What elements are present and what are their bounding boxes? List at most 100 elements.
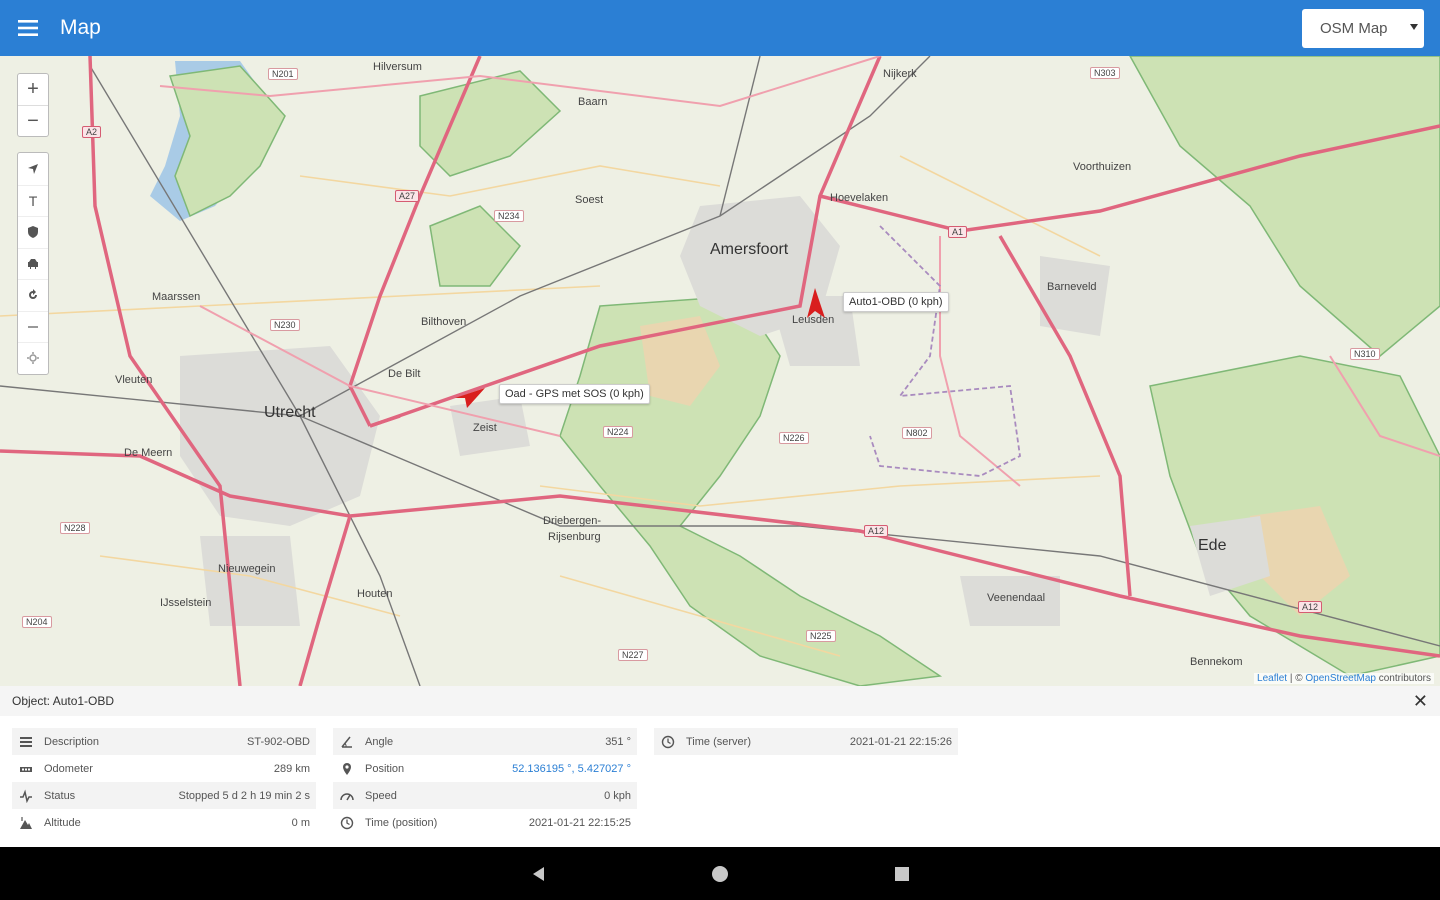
panel-title: Object: Auto1-OBD	[12, 694, 115, 708]
osm-link[interactable]: OpenStreetMap	[1305, 673, 1376, 684]
place-label: Ede	[1198, 537, 1227, 554]
road-shield: N227	[618, 649, 648, 661]
details-column-3: Time (server) 2021-01-21 22:15:26	[654, 728, 958, 755]
place-label: Barneveld	[1047, 281, 1097, 293]
detail-row: Position 52.136195 °, 5.427027 °	[333, 755, 637, 782]
road-shield: A2	[82, 126, 102, 138]
app-bar: Map OSM Map	[0, 0, 1440, 56]
detail-row: Time (server) 2021-01-21 22:15:26	[654, 728, 958, 755]
map-attribution: Leaflet | © OpenStreetMap contributors	[1254, 673, 1434, 684]
caret-down-icon	[1410, 24, 1418, 30]
minus-icon: −	[27, 109, 39, 132]
ruler-button[interactable]	[18, 310, 48, 343]
detail-label: Altitude	[44, 816, 81, 829]
place-label: Houten	[357, 588, 393, 600]
recents-square-icon	[895, 867, 909, 881]
close-icon[interactable]: ✕	[1413, 692, 1428, 710]
place-label: Zeist	[473, 422, 497, 434]
place-label: Utrecht	[264, 404, 316, 421]
plus-icon: +	[27, 78, 39, 100]
details-column-1: Description ST-902-OBD Odometer 289 km S…	[12, 728, 316, 836]
detail-value: 0 kph	[604, 789, 631, 802]
zoom-in-button[interactable]: +	[18, 74, 48, 105]
place-label: Nieuwegein	[218, 563, 276, 575]
back-button[interactable]	[528, 863, 550, 885]
detail-value: 2021-01-21 22:15:26	[849, 735, 952, 748]
place-label: Voorthuizen	[1073, 161, 1132, 173]
detail-value: 2021-01-21 22:15:25	[528, 816, 631, 829]
detail-label: Time (position)	[365, 816, 438, 829]
map-tools-control: T	[17, 152, 49, 375]
place-label: Amersfoort	[710, 241, 789, 258]
clock-icon	[339, 815, 355, 831]
map-view[interactable]: Hilversum Baarn Nijkerk Soest Hoevelaken…	[0, 56, 1440, 686]
altitude-icon	[18, 815, 34, 831]
menu-button[interactable]	[0, 0, 56, 56]
place-label: Rijsenburg	[548, 531, 601, 543]
detail-row: Time (position) 2021-01-21 22:15:25	[333, 809, 637, 836]
place-label: Hilversum	[373, 61, 422, 73]
detail-row: Altitude 0 m	[12, 809, 316, 836]
car-icon	[28, 258, 38, 269]
place-label: Vleuten	[115, 374, 153, 386]
leaflet-link[interactable]: Leaflet	[1257, 673, 1287, 684]
vehicle-marker-icon[interactable]	[805, 288, 827, 320]
recents-button[interactable]	[891, 863, 913, 885]
pin-icon	[339, 761, 355, 777]
place-label: Maarssen	[152, 291, 201, 303]
text-tool-button[interactable]: T	[18, 184, 48, 217]
map-layer-select[interactable]: OSM Map	[1302, 9, 1424, 48]
detail-row: Odometer 289 km	[12, 755, 316, 782]
back-triangle-icon	[533, 867, 544, 881]
detail-label: Speed	[365, 789, 397, 802]
refresh-button[interactable]	[18, 279, 48, 311]
detail-label: Position	[365, 762, 405, 775]
vehicle-button[interactable]	[18, 247, 48, 280]
refresh-icon	[29, 289, 37, 300]
vehicle-marker-icon[interactable]	[453, 386, 487, 408]
attribution-text: contributors	[1375, 673, 1431, 684]
detail-row: Angle 351 °	[333, 728, 637, 755]
place-label: Bilthoven	[421, 316, 467, 328]
place-label: De Bilt	[388, 368, 421, 380]
place-label: Bennekom	[1190, 656, 1243, 668]
detail-value: 289 km	[273, 762, 310, 775]
place-label: Hoevelaken	[830, 192, 889, 204]
status-icon	[18, 788, 34, 804]
place-label: Nijkerk	[883, 68, 917, 80]
detail-value: 0 m	[291, 816, 310, 829]
position-link[interactable]: 52.136195 °, 5.427027 °	[512, 763, 631, 775]
geofence-button[interactable]	[18, 216, 48, 248]
map-layer-select-value: OSM Map	[1320, 20, 1388, 37]
locate-button[interactable]	[18, 153, 48, 185]
speed-icon	[339, 788, 355, 804]
map-tiles	[0, 56, 1440, 686]
road-shield: N225	[806, 630, 836, 642]
attribution-separator: | ©	[1287, 673, 1306, 684]
road-shield: A12	[864, 525, 889, 537]
road-shield: A1	[948, 226, 968, 238]
detail-row: Speed 0 kph	[333, 782, 637, 809]
place-label: IJsselstein	[160, 597, 212, 609]
road-shield: N226	[779, 432, 809, 444]
detail-label: Status	[44, 789, 76, 802]
place-label: Baarn	[578, 96, 608, 108]
detail-value: ST-902-OBD	[247, 735, 310, 748]
zoom-out-button[interactable]: −	[18, 105, 48, 136]
detail-row: Status Stopped 5 d 2 h 19 min 2 s	[12, 782, 316, 809]
place-label: Driebergen-	[543, 515, 602, 527]
settings-button[interactable]	[18, 342, 48, 374]
road-shield: A27	[395, 190, 420, 202]
system-nav-bar	[0, 847, 1440, 900]
place-label: Soest	[575, 194, 604, 206]
object-details-panel: Object: Auto1-OBD ✕ Description ST-902-O…	[0, 686, 1440, 847]
detail-label: Time (server)	[686, 735, 751, 748]
road-shield: N303	[1090, 67, 1120, 79]
clock-icon	[660, 734, 676, 750]
road-shield: N802	[902, 427, 932, 439]
detail-label: Angle	[365, 735, 394, 748]
home-button[interactable]	[709, 863, 731, 885]
road-shield: N230	[270, 319, 300, 331]
road-shield: N224	[603, 426, 633, 438]
page-title: Map	[60, 16, 101, 39]
